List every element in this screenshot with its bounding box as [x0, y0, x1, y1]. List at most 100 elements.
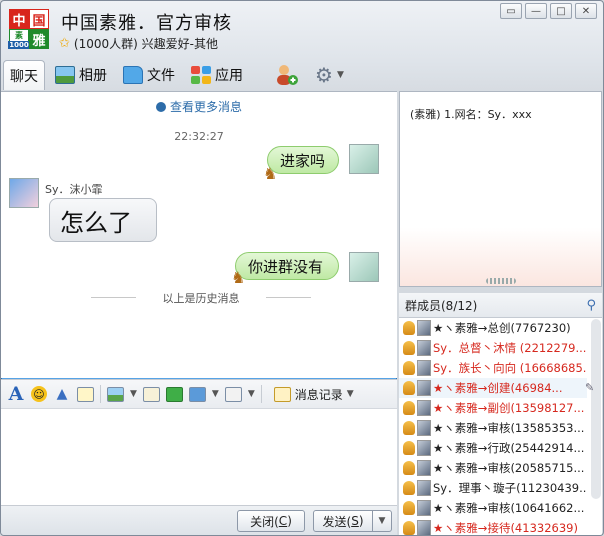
member-list[interactable]: ★ヽ素雅→总创(7767230) Sy．总督丶沐情 (2212279... Sy… — [399, 317, 602, 535]
avatar — [417, 380, 431, 396]
star-icon: ✩ — [59, 36, 70, 51]
font-icon[interactable]: A — [7, 383, 25, 405]
group-logo: 中 国 素 1000 雅 — [8, 9, 49, 49]
chat-window: 中 国 素 1000 雅 中国素雅．官方审核 ✩ (1000人群) 兴趣爱好-其他… — [0, 0, 604, 536]
tab-album[interactable]: 相册 — [49, 60, 113, 90]
logo-char-4: 雅 — [29, 29, 49, 49]
avatar[interactable] — [349, 144, 379, 174]
member-icon — [403, 441, 415, 455]
input-toolbar: A ☺ ▲ ▼ ▼ ▼ 消息记录 ▼ — [1, 379, 397, 409]
tab-files-label: 文件 — [147, 68, 175, 84]
action-bar: 关闭(C) 发送(S) ▼ — [1, 505, 397, 535]
message-area[interactable]: 查看更多消息 22:32:27 进家吗 ♞ Sy．沫小霏 怎么了 你进群没有 ♞… — [1, 91, 397, 378]
avatar — [417, 480, 431, 496]
message-input[interactable] — [1, 409, 397, 505]
tab-album-label: 相册 — [79, 68, 107, 84]
close-window-button[interactable]: ✕ — [575, 3, 597, 19]
send-button-key: S — [351, 514, 359, 528]
message-text: 你进群没有 — [248, 257, 324, 276]
list-item[interactable]: ★ヽ素雅→审核(13585353... — [399, 418, 587, 438]
logo-char-2: 国 — [29, 9, 49, 29]
group-subtitle: ✩ (1000人群) 兴趣爱好-其他 — [59, 35, 218, 52]
list-item[interactable]: Sy．族长丶向向 (16668685... — [399, 358, 587, 378]
tab-files[interactable]: 文件 — [117, 60, 181, 90]
group-notice: (素雅) 1.网名：Sy．xxx — [399, 91, 602, 287]
more-messages-label: 查看更多消息 — [169, 100, 242, 114]
members-count: 群成员(8/12) — [405, 298, 478, 313]
emoji-icon[interactable]: ☺ — [31, 386, 47, 402]
chevron-down-icon[interactable]: ▼ — [248, 389, 255, 399]
avatar[interactable] — [349, 252, 379, 282]
list-item[interactable]: ★ヽ素雅→副创(13598127... — [399, 398, 587, 418]
message-bubble: 怎么了 — [49, 198, 157, 242]
member-name: ★ヽ素雅→创建(46984... — [433, 381, 563, 395]
pin-button[interactable]: ▭ — [500, 3, 522, 19]
member-icon — [403, 341, 415, 355]
send-button-label: 发送( — [322, 514, 352, 529]
logo-char-1: 中 — [9, 9, 29, 29]
member-icon — [403, 521, 415, 535]
shake-icon[interactable] — [224, 386, 242, 402]
list-item[interactable]: Sy．理事丶璇子(11230439... — [399, 478, 587, 498]
message-history-label: 消息记录 — [294, 387, 343, 402]
doodle-icon[interactable] — [77, 386, 94, 402]
close-button-key: C — [278, 514, 288, 528]
chevron-down-icon: ▼ — [378, 516, 386, 526]
tab-apps[interactable]: 应用 — [185, 60, 249, 90]
members-header: 群成员(8/12) ⚲ — [399, 293, 602, 317]
member-name: ★ヽ素雅→接待(41332639) — [433, 521, 578, 535]
clock-icon — [155, 102, 166, 112]
member-icon — [403, 501, 415, 515]
avatar — [417, 460, 431, 476]
album-icon — [55, 66, 75, 84]
sender-name: Sy．沫小霏 — [45, 183, 103, 196]
chevron-down-icon[interactable]: ▼ — [130, 389, 137, 399]
list-item[interactable]: ★ヽ素雅→总创(7767230) — [399, 318, 587, 338]
resize-grip[interactable] — [486, 278, 516, 284]
send-options-button[interactable]: ▼ — [372, 510, 392, 532]
gear-icon: ⚙ — [315, 63, 333, 87]
settings-menu-button[interactable]: ⚙ ▼ — [309, 60, 350, 90]
avatar — [417, 360, 431, 376]
avatar — [417, 420, 431, 436]
maximize-button[interactable]: □ — [550, 3, 572, 19]
message-bubble: 你进群没有 — [235, 252, 339, 280]
music-icon[interactable] — [165, 386, 183, 402]
list-item[interactable]: ★ヽ素雅→审核(10641662... — [399, 498, 587, 518]
tab-chat[interactable]: 聊天 — [1, 60, 397, 435]
search-icon[interactable]: ⚲ — [586, 298, 596, 313]
list-item[interactable]: ★ヽ素雅→创建(46984... — [399, 378, 587, 398]
screenshot-icon[interactable] — [188, 386, 206, 402]
more-messages-link[interactable]: 查看更多消息 — [1, 98, 397, 115]
avatar — [417, 440, 431, 456]
edit-icon[interactable]: ✎ — [585, 381, 594, 394]
list-item[interactable]: Sy．总督丶沐情 (2212279... — [399, 338, 587, 358]
image-icon[interactable] — [107, 386, 124, 402]
member-list-scrollbar[interactable] — [591, 319, 601, 499]
history-icon — [273, 386, 291, 402]
list-item[interactable]: ★ヽ素雅→行政(25442914... — [399, 438, 587, 458]
message-bubble: 进家吗 — [267, 146, 339, 174]
member-icon — [403, 421, 415, 435]
file-icon[interactable] — [142, 386, 160, 402]
member-name: ★ヽ素雅→审核(20585715... — [433, 461, 585, 475]
chevron-down-icon[interactable]: ▼ — [212, 389, 219, 399]
history-divider: 以上是历史消息 — [91, 290, 311, 306]
invite-member-button[interactable] — [269, 60, 305, 90]
pony-icon: ♞ — [263, 164, 278, 183]
message-history-button[interactable]: 消息记录 ▼ — [273, 386, 354, 403]
magic-hat-icon[interactable]: ▲ — [53, 385, 71, 403]
message-timestamp: 22:32:27 — [174, 130, 224, 143]
member-icon — [403, 381, 415, 395]
member-icon — [403, 321, 415, 335]
member-icon — [403, 361, 415, 375]
minimize-button[interactable]: — — [525, 3, 547, 19]
send-button[interactable]: 发送(S) — [313, 510, 373, 532]
add-member-icon — [277, 65, 298, 85]
list-item[interactable]: ★ヽ素雅→审核(20585715... — [399, 458, 587, 478]
avatar[interactable] — [9, 178, 39, 208]
group-info: (1000人群) 兴趣爱好-其他 — [73, 37, 218, 51]
chevron-down-icon: ▼ — [346, 389, 354, 399]
close-button[interactable]: 关闭(C) — [237, 510, 305, 532]
list-item[interactable]: ★ヽ素雅→接待(41332639) — [399, 518, 587, 535]
